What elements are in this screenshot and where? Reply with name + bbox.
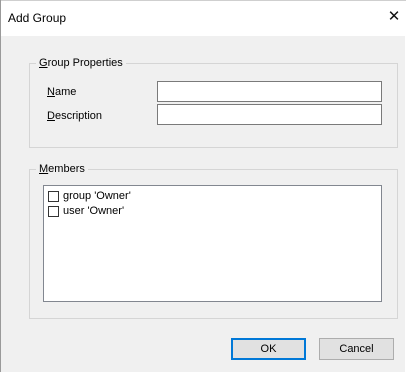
member-label: user 'Owner' xyxy=(63,205,125,217)
title-bar: Add Group ✕ xyxy=(1,0,406,36)
member-checkbox[interactable] xyxy=(48,190,59,202)
member-checkbox[interactable] xyxy=(48,205,59,217)
name-field[interactable] xyxy=(157,81,382,102)
cancel-button[interactable]: Cancel xyxy=(319,338,394,360)
members-legend: Members xyxy=(36,162,88,176)
list-item[interactable]: user 'Owner' xyxy=(48,204,124,218)
group-properties-legend: Group Properties xyxy=(36,56,126,70)
add-group-dialog: Add Group ✕ Group Properties Name Descri… xyxy=(0,0,406,372)
members-listbox[interactable]: group 'Owner' user 'Owner' xyxy=(43,185,382,302)
close-icon[interactable]: ✕ xyxy=(382,5,406,29)
description-field[interactable] xyxy=(157,104,382,125)
ok-button[interactable]: OK xyxy=(231,338,306,360)
dialog-title: Add Group xyxy=(8,11,67,25)
member-label: group 'Owner' xyxy=(63,190,131,202)
description-label: Description xyxy=(47,110,103,122)
list-item[interactable]: group 'Owner' xyxy=(48,189,131,203)
name-label: Name xyxy=(47,86,77,98)
